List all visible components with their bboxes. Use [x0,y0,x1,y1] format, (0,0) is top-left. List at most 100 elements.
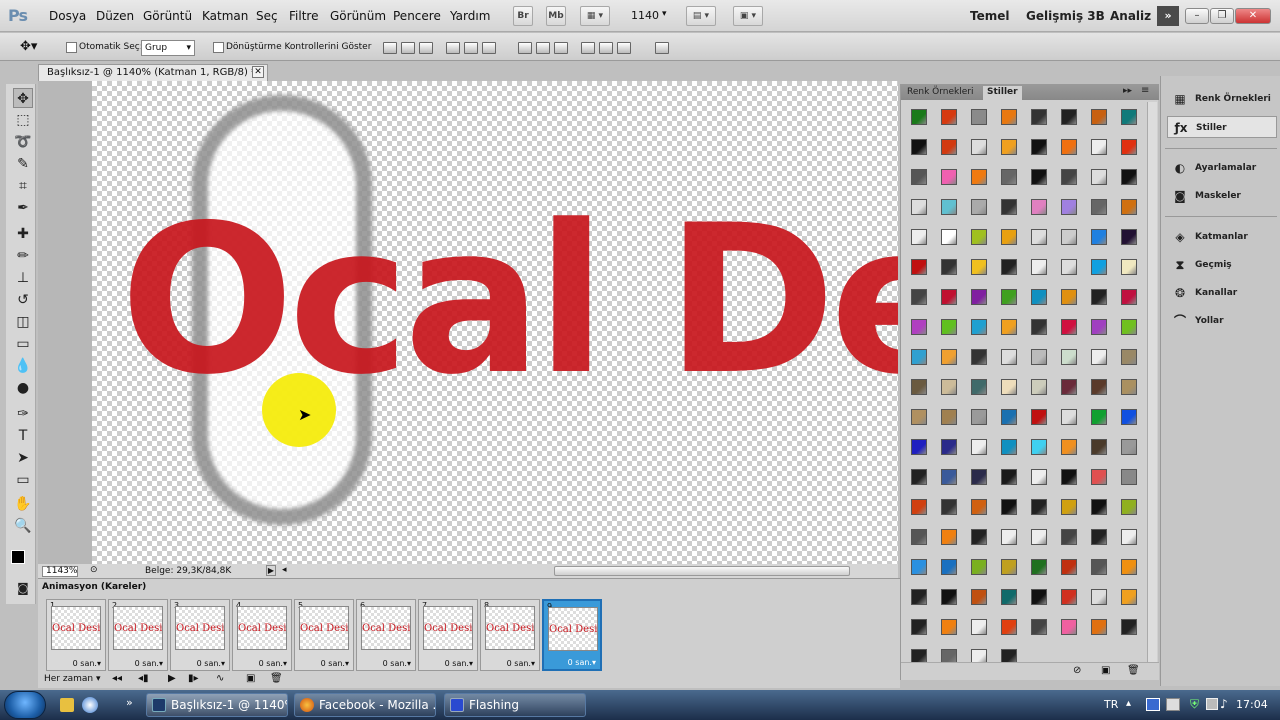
auto-select-checkbox[interactable] [66,42,77,53]
collapse-panel-icon[interactable]: ▸▸ [1123,86,1132,96]
brush-tool-icon[interactable]: ✏ [13,246,33,266]
style-swatch[interactable] [964,192,994,222]
style-swatch[interactable] [964,312,994,342]
style-swatch[interactable] [1024,582,1054,612]
style-swatch[interactable] [934,252,964,282]
zoom-tool-icon[interactable]: 🔍 [13,516,33,536]
animation-panel-title[interactable]: Animasyon (Kareler) [42,582,146,592]
show-transform-checkbox[interactable] [213,42,224,53]
frame-delay[interactable]: 0 san.▾ [568,658,596,667]
dock-item-kanallar[interactable]: ❂ Kanallar [1167,282,1277,304]
style-swatch[interactable] [1084,522,1114,552]
workspace-gelismis-3b[interactable]: Gelişmiş 3B [1026,9,1105,23]
style-swatch[interactable] [904,642,934,662]
frame-delay[interactable]: 0 san.▾ [445,659,473,668]
style-swatch[interactable] [994,432,1024,462]
style-swatch[interactable] [904,312,934,342]
style-swatch[interactable] [1084,312,1114,342]
menu-yardim[interactable]: Yardım [450,9,490,23]
style-swatch[interactable] [994,492,1024,522]
frame-delay[interactable]: 0 san.▾ [197,659,225,668]
tween-icon[interactable]: ∿ [216,673,224,684]
style-swatch[interactable] [994,612,1024,642]
style-swatch[interactable] [964,132,994,162]
style-swatch[interactable] [1114,402,1144,432]
close-icon[interactable]: ✕ [1235,8,1271,24]
bridge-button[interactable]: Br [513,6,533,26]
style-swatch[interactable] [964,342,994,372]
style-swatch[interactable] [904,462,934,492]
style-swatch[interactable] [1054,462,1084,492]
style-swatch[interactable] [1114,282,1144,312]
pen-tool-icon[interactable]: ✑ [13,404,33,424]
style-swatch[interactable] [1084,102,1114,132]
style-swatch[interactable] [1114,522,1144,552]
align-hcenter-icon[interactable] [464,42,478,54]
style-swatch[interactable] [934,402,964,432]
more-workspaces-icon[interactable]: » [1157,6,1179,26]
dock-item-maskeler[interactable]: ◙ Maskeler [1167,185,1277,207]
distribute-hcenter-icon[interactable] [599,42,613,54]
delete-style-icon[interactable]: 🗑 [1127,665,1140,676]
style-swatch[interactable] [1084,162,1114,192]
move-tool-icon[interactable]: ✥ [13,88,33,108]
style-swatch[interactable] [1054,312,1084,342]
style-swatch[interactable] [1024,552,1054,582]
new-style-icon[interactable]: ▣ [1101,665,1110,676]
style-swatch[interactable] [1114,192,1144,222]
style-swatch[interactable] [1084,462,1114,492]
type-tool-icon[interactable]: T [13,426,33,446]
animation-frame[interactable]: 8Ocal Design0 san.▾ [480,599,540,671]
style-swatch[interactable] [1114,432,1144,462]
taskbar-firefox[interactable]: Facebook - Mozilla ... [294,693,436,717]
style-swatch[interactable] [1084,372,1114,402]
distribute-left-icon[interactable] [581,42,595,54]
style-swatch[interactable] [1054,612,1084,642]
taskbar-flashing[interactable]: Flashing [444,693,586,717]
duplicate-frame-icon[interactable]: ▣ [246,673,255,684]
style-swatch[interactable] [1054,552,1084,582]
style-swatch[interactable] [1024,162,1054,192]
style-swatch[interactable] [1114,462,1144,492]
first-frame-icon[interactable]: ◂◂ [112,673,122,684]
horizontal-scrollbar[interactable] [554,566,850,576]
previous-frame-icon[interactable]: ◂▮ [138,673,149,684]
align-top-icon[interactable] [383,42,397,54]
style-swatch[interactable] [934,492,964,522]
style-swatch[interactable] [1054,192,1084,222]
animation-frame[interactable]: 7Ocal Design0 san.▾ [418,599,478,671]
shape-tool-icon[interactable]: ▭ [13,470,33,490]
style-swatch[interactable] [964,642,994,662]
style-swatch[interactable] [1054,432,1084,462]
style-swatch[interactable] [904,102,934,132]
style-swatch[interactable] [1114,222,1144,252]
distribute-right-icon[interactable] [617,42,631,54]
canvas[interactable]: Ocal Des ➤ [92,81,898,564]
healing-brush-tool-icon[interactable]: ✚ [13,224,33,244]
style-swatch[interactable] [994,132,1024,162]
distribute-vcenter-icon[interactable] [536,42,550,54]
style-swatch[interactable] [1084,432,1114,462]
style-swatch[interactable] [964,582,994,612]
language-indicator[interactable]: TR [1104,698,1118,711]
style-swatch[interactable] [964,612,994,642]
style-swatch[interactable] [934,552,964,582]
menu-sec[interactable]: Seç [256,9,278,23]
align-left-icon[interactable] [446,42,460,54]
style-swatch[interactable] [904,432,934,462]
style-swatch[interactable] [1084,492,1114,522]
explorer-icon[interactable] [60,698,74,712]
style-swatch[interactable] [904,582,934,612]
blur-tool-icon[interactable]: 💧 [13,356,33,376]
animation-frame[interactable]: 9Ocal Design0 san.▾ [542,599,602,671]
style-swatch[interactable] [964,402,994,432]
frame-delay[interactable]: 0 san.▾ [73,659,101,668]
style-swatch[interactable] [1054,342,1084,372]
style-swatch[interactable] [994,552,1024,582]
style-swatch[interactable] [904,342,934,372]
document-tab[interactable]: Başlıksız-1 @ 1140% (Katman 1, RGB/8) * [38,64,268,81]
style-swatch[interactable] [934,222,964,252]
menu-katman[interactable]: Katman [202,9,248,23]
menu-duzen[interactable]: Düzen [96,9,134,23]
mini-bridge-button[interactable]: Mb [546,6,566,26]
